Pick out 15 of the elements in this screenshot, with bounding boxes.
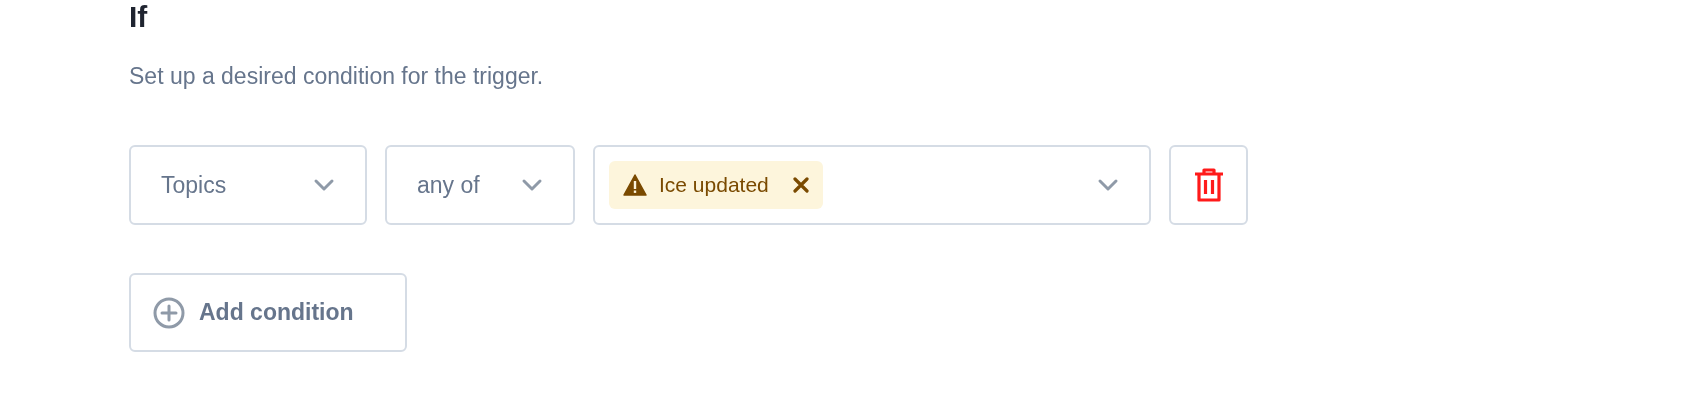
value-tag: Ice updated [609,161,823,209]
warning-icon [623,174,647,196]
chevron-down-icon [313,178,335,192]
field-select[interactable]: Topics [129,145,367,225]
delete-button[interactable] [1169,145,1248,225]
chevron-down-icon [521,178,543,192]
add-condition-button[interactable]: Add condition [129,273,407,352]
chevron-down-icon [1097,178,1119,192]
description: Set up a desired condition for the trigger. [129,62,544,90]
remove-icon[interactable] [792,177,809,193]
section-heading: If [129,0,148,34]
operator-select[interactable]: any of [385,145,575,225]
plus-circle-icon [153,296,185,329]
trash-icon [1192,168,1225,202]
value-select[interactable]: Ice updated [593,145,1151,225]
